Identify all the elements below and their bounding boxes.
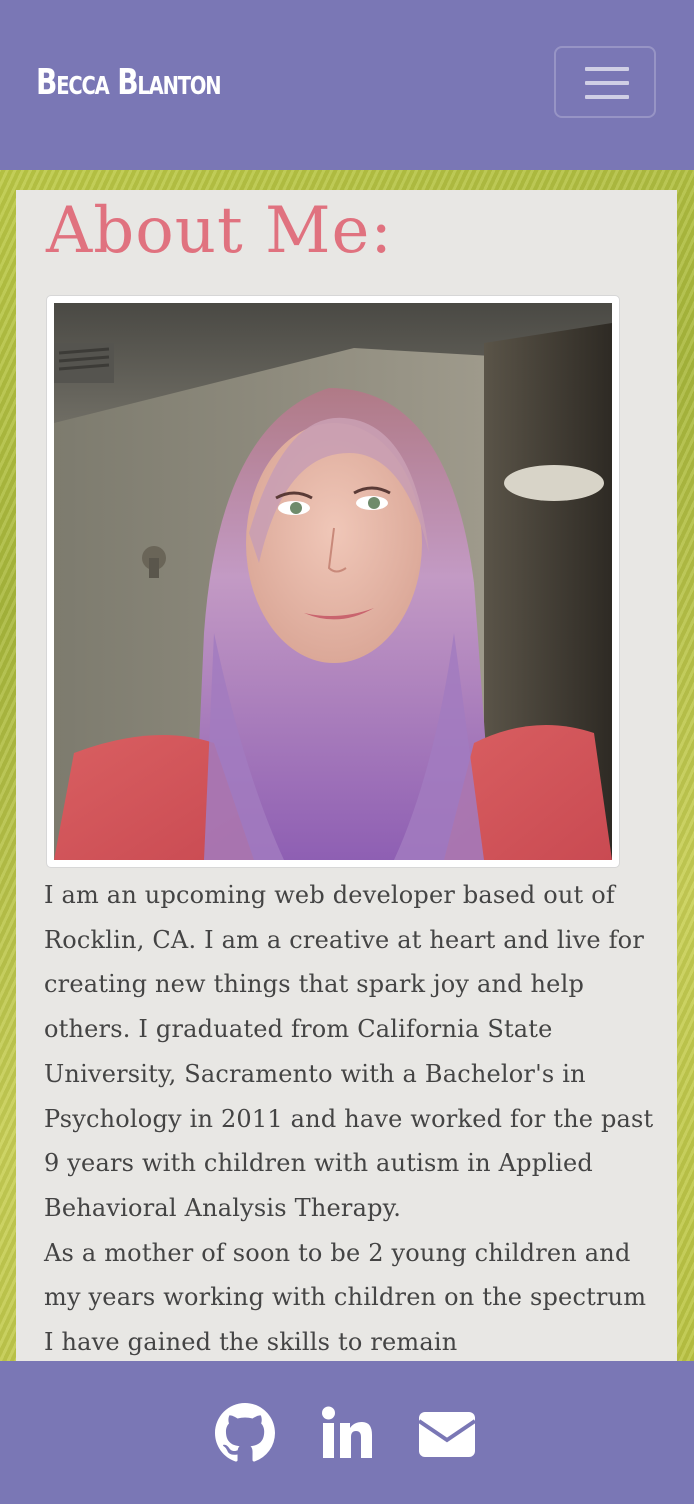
footer bbox=[0, 1361, 694, 1504]
hamburger-menu-icon bbox=[585, 95, 629, 99]
navbar-toggle-button[interactable] bbox=[554, 46, 656, 118]
about-card: About Me: I am an upcoming web developer… bbox=[16, 190, 677, 1390]
page-title: About Me: bbox=[46, 194, 393, 268]
bio-paragraph: I am an upcoming web developer based out… bbox=[44, 881, 654, 1222]
hamburger-menu-icon bbox=[585, 81, 629, 85]
bio-text: I am an upcoming web developer based out… bbox=[44, 873, 654, 1365]
profile-photo-frame bbox=[46, 295, 620, 868]
github-icon[interactable] bbox=[215, 1403, 275, 1463]
navbar: Becca Blanton bbox=[0, 0, 694, 170]
linkedin-icon[interactable] bbox=[317, 1403, 377, 1463]
envelope-icon[interactable] bbox=[417, 1403, 477, 1463]
bio-paragraph: As a mother of soon to be 2 young childr… bbox=[44, 1238, 647, 1357]
profile-photo bbox=[54, 303, 612, 860]
brand-link[interactable]: Becca Blanton bbox=[36, 50, 222, 116]
hamburger-menu-icon bbox=[585, 67, 629, 71]
